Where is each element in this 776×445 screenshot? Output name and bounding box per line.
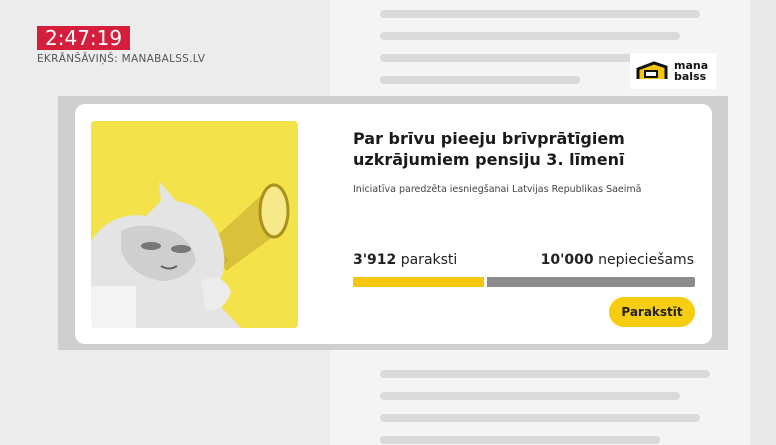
- logo-text: mana balss: [674, 59, 709, 83]
- signature-progress-fill: [353, 277, 487, 287]
- required-number: 10'000: [540, 252, 594, 268]
- manabalss-logo: mana balss: [630, 53, 716, 89]
- initiative-title[interactable]: Par brīvu pieeju brīvprātīgiem uzkrājumi…: [353, 128, 703, 170]
- cat-megaphone-illustration: [91, 121, 298, 328]
- logo-mark-icon: [636, 61, 668, 79]
- signatures-number: 3'912: [353, 252, 397, 268]
- sign-button[interactable]: Parakstīt: [609, 297, 695, 327]
- signature-progress-bar: [353, 277, 695, 287]
- initiative-image: [91, 121, 298, 328]
- signatures-label: paraksti: [400, 252, 458, 268]
- signatures-count: 3'912 paraksti: [353, 252, 457, 268]
- required-label: nepieciešams: [598, 252, 694, 268]
- screenshot-credit: EKRĀNŠĀVIŅŠ: MANABALSS.LV: [37, 53, 206, 65]
- video-timestamp: 2:47:19: [37, 26, 131, 50]
- required-count: 10'000 nepieciešams: [541, 252, 694, 268]
- initiative-subtitle: Iniciatīva paredzēta iesniegšanai Latvij…: [353, 184, 642, 195]
- initiative-card[interactable]: Par brīvu pieeju brīvprātīgiem uzkrājumi…: [75, 104, 712, 344]
